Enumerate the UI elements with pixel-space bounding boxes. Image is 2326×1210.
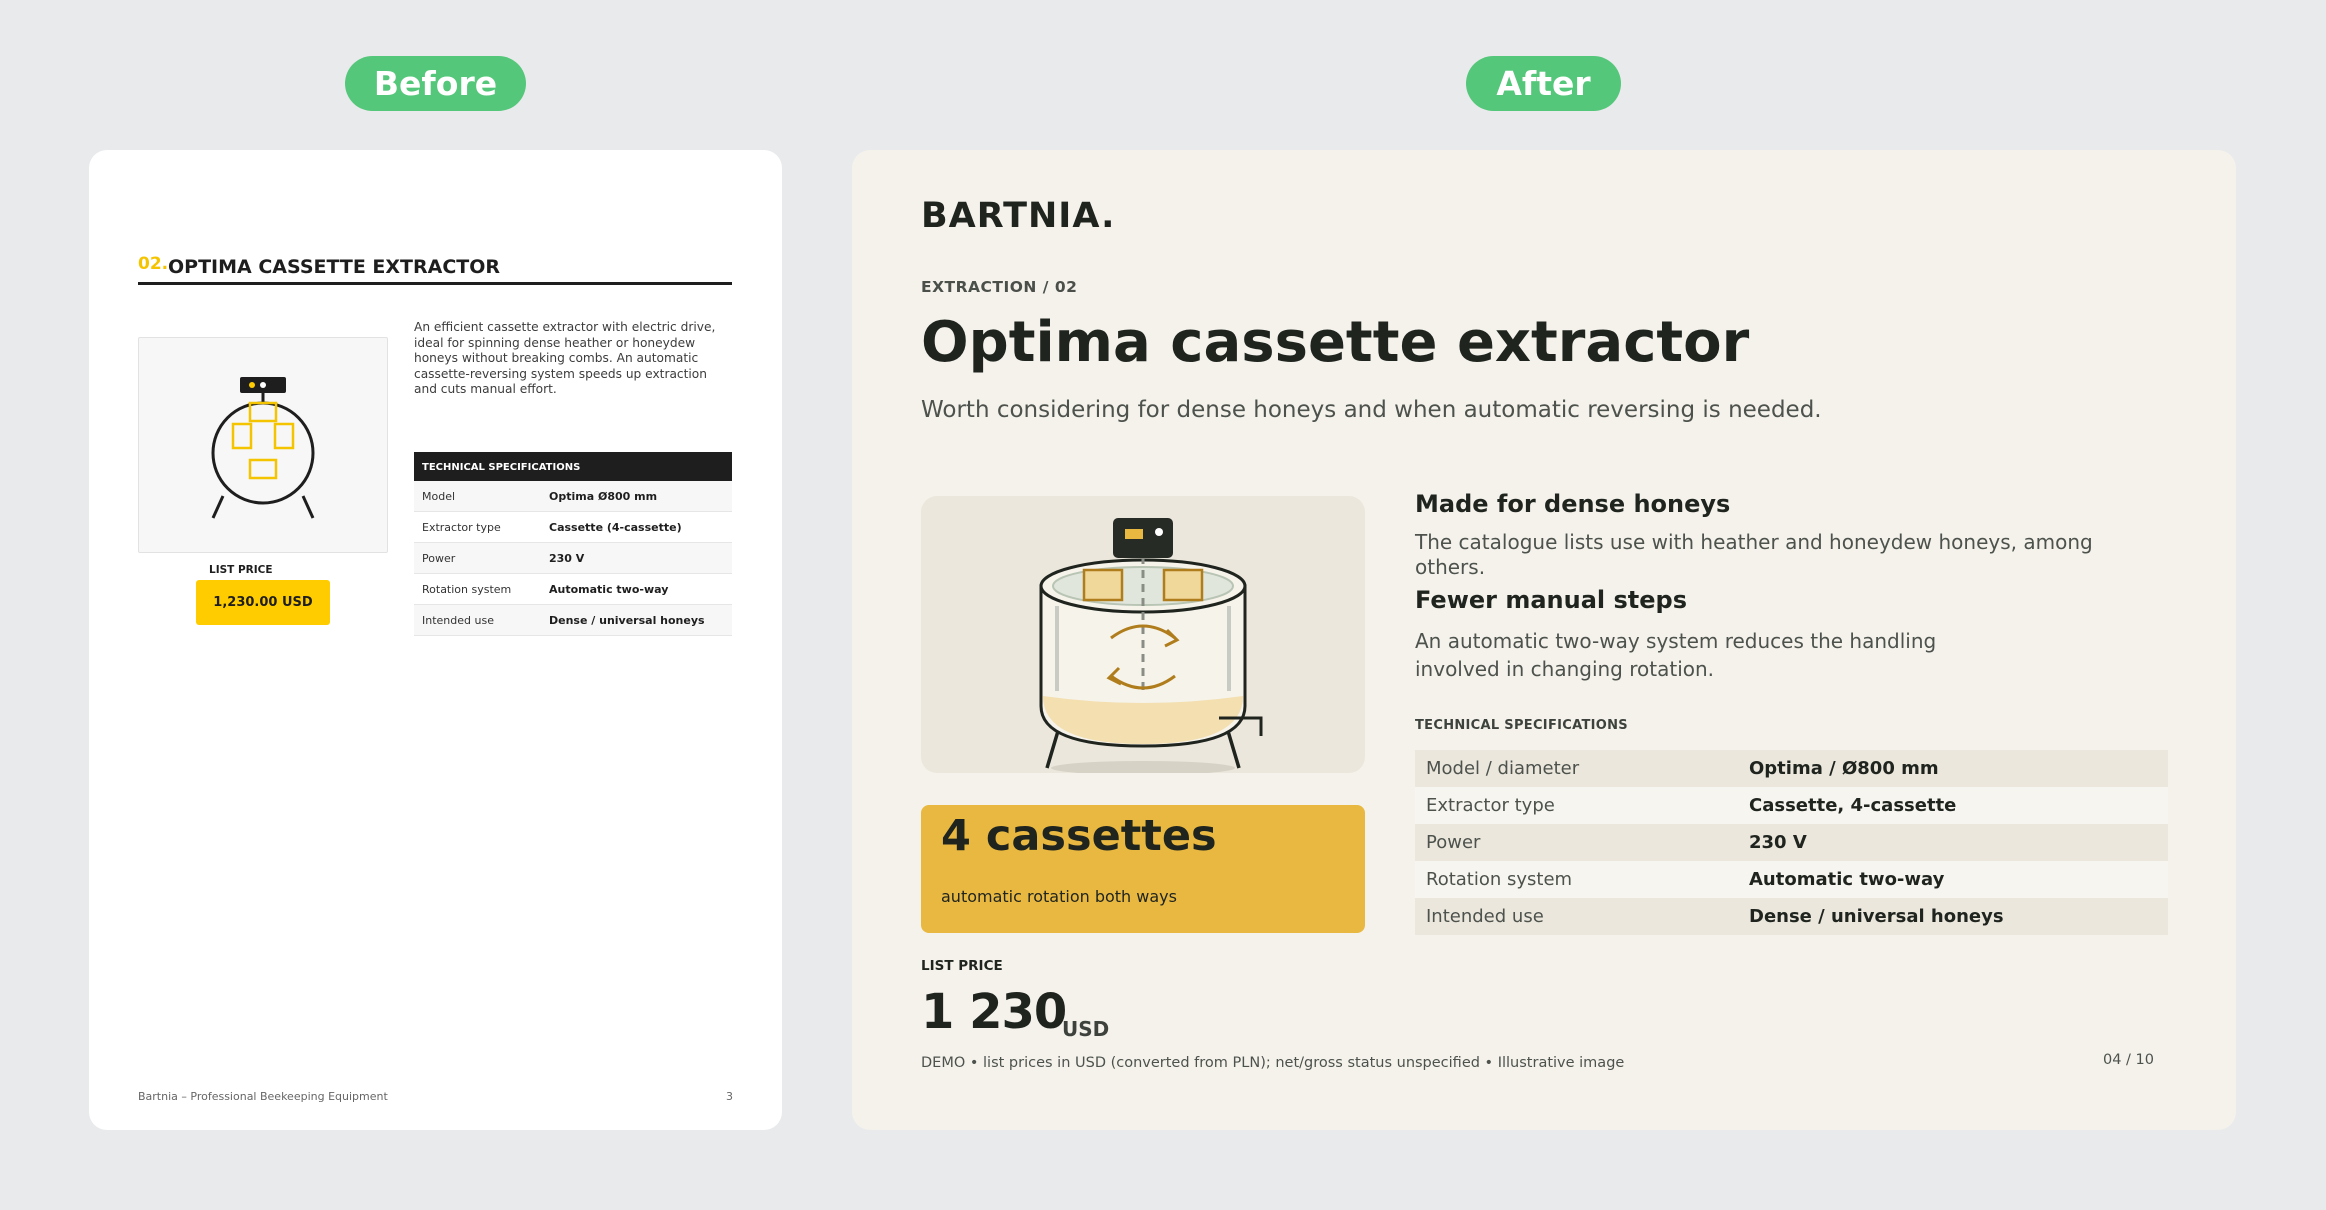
before-label: Before	[345, 56, 526, 111]
brand-logo: BARTNIA.	[921, 196, 1116, 236]
table-row: Rotation system Automatic two-way	[414, 574, 732, 605]
callout-headline: 4 cassettes	[941, 811, 1217, 861]
heading-title: OPTIMA CASSETTE EXTRACTOR	[168, 256, 501, 278]
honey-extractor-line-icon	[211, 377, 315, 519]
table-row: Model Optima Ø800 mm	[414, 481, 732, 512]
price-label: LIST PRICE	[921, 958, 1003, 974]
price-badge: 1,230.00 USD	[196, 580, 330, 625]
after-label: After	[1466, 56, 1621, 111]
highlight-callout: 4 cassettes automatic rotation both ways	[921, 805, 1365, 933]
table-row: Power 230 V	[1415, 824, 2168, 861]
feature-body: An automatic two-way system reduces the …	[1415, 629, 1937, 681]
page-number: 3	[726, 1090, 733, 1103]
spec-value: Dense / universal honeys	[1749, 906, 2004, 927]
spec-key: Rotation system	[422, 582, 512, 596]
product-image	[138, 337, 388, 553]
after-page: BARTNIA. EXTRACTION / 02 Optima cassette…	[852, 150, 2236, 1130]
price-currency: USD	[1062, 1017, 1110, 1041]
spec-value: Optima / Ø800 mm	[1749, 758, 1939, 779]
price-label: LIST PRICE	[209, 564, 273, 576]
table-row: Intended use Dense / universal honeys	[414, 605, 732, 636]
spec-table-title: TECHNICAL SPECIFICATIONS	[1415, 718, 1628, 733]
spec-table: TECHNICAL SPECIFICATIONS Model Optima Ø8…	[414, 452, 732, 636]
spec-key: Extractor type	[422, 520, 501, 534]
spec-value: 230 V	[1749, 832, 1807, 853]
spec-value: 230 V	[549, 551, 585, 565]
page-number: 04 / 10	[2102, 1052, 2154, 1068]
spec-table-body: Model Optima Ø800 mm Extractor type Cass…	[414, 481, 732, 636]
product-description: An efficient cassette extractor with ele…	[414, 320, 716, 396]
spec-key: Rotation system	[1426, 869, 1573, 890]
spec-key: Extractor type	[1426, 795, 1555, 816]
table-row: Model / diameter Optima / Ø800 mm	[1415, 750, 2168, 787]
feature-body: The catalogue lists use with heather and…	[1415, 530, 2093, 579]
section-eyebrow: EXTRACTION / 02	[921, 278, 1078, 296]
spec-value: Optima Ø800 mm	[549, 489, 658, 503]
callout-text: automatic rotation both ways	[941, 887, 1177, 906]
spec-value: Dense / universal honeys	[549, 613, 705, 627]
before-page: 02. OPTIMA CASSETTE EXTRACTOR An efficie…	[89, 150, 782, 1130]
spec-table: Model / diameter Optima / Ø800 mm Extrac…	[1415, 750, 2168, 935]
price-value: 1 230	[921, 984, 1067, 1040]
feature-title: Made for dense honeys	[1415, 490, 1731, 518]
spec-value: Automatic two-way	[1749, 869, 1945, 890]
page-footer: DEMO • list prices in USD (converted fro…	[921, 1055, 1625, 1071]
table-row: Power 230 V	[414, 543, 732, 574]
heading-number: 02.	[138, 254, 169, 274]
spec-table-header: TECHNICAL SPECIFICATIONS	[414, 452, 732, 481]
feature-title: Fewer manual steps	[1415, 586, 1687, 614]
page-title: Optima cassette extractor	[921, 310, 1750, 375]
table-row: Extractor type Cassette, 4-cassette	[1415, 787, 2168, 824]
page-footer: Bartnia – Professional Beekeeping Equipm…	[138, 1090, 388, 1103]
spec-key: Intended use	[422, 613, 494, 627]
page-subtitle: Worth considering for dense honeys and w…	[921, 397, 1822, 423]
spec-value: Cassette (4-cassette)	[549, 520, 682, 534]
spec-key: Model	[422, 489, 456, 503]
spec-value: Cassette, 4-cassette	[1749, 795, 1957, 816]
spec-value: Automatic two-way	[549, 582, 669, 596]
table-row: Rotation system Automatic two-way	[1415, 861, 2168, 898]
spec-key: Power	[1426, 832, 1481, 853]
spec-key: Model / diameter	[1426, 758, 1580, 779]
table-row: Intended use Dense / universal honeys	[1415, 898, 2168, 935]
table-row: Extractor type Cassette (4-cassette)	[414, 512, 732, 543]
honey-extractor-illustration	[1039, 518, 1263, 773]
before-heading: 02. OPTIMA CASSETTE EXTRACTOR	[138, 252, 732, 285]
spec-key: Power	[422, 551, 456, 565]
product-image	[921, 496, 1365, 773]
spec-key: Intended use	[1426, 906, 1544, 927]
